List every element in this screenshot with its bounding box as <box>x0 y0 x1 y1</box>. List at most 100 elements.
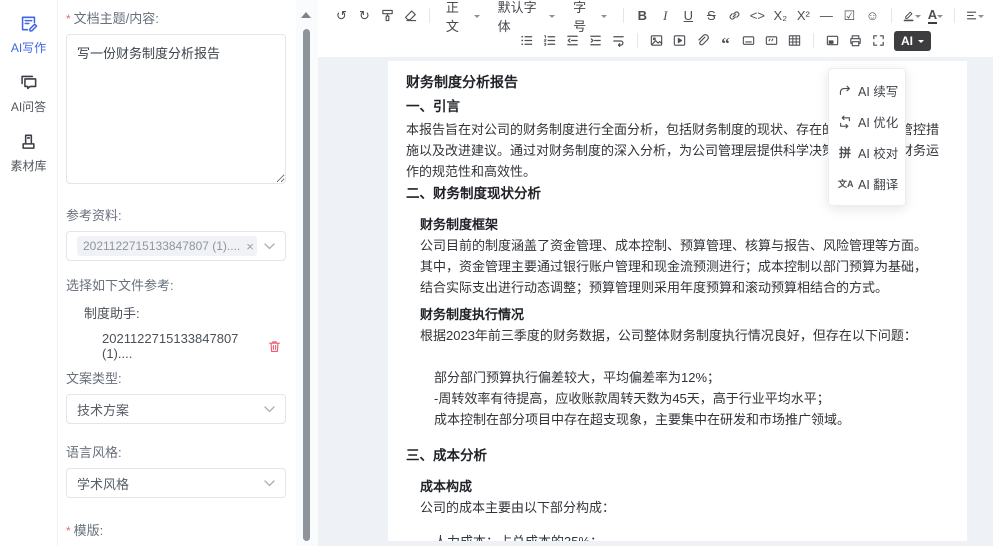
toolbar-divider <box>813 33 814 48</box>
insert-video-icon[interactable] <box>668 30 691 52</box>
toolbar-divider <box>637 33 638 48</box>
doc-subheading: 财务制度框架 <box>406 214 951 235</box>
chevron-down-icon <box>264 480 275 487</box>
caret-down-icon <box>474 15 480 21</box>
topic-input[interactable]: 写一份财务制度分析报告 <box>66 34 286 184</box>
doc-line: 其中，资金管理主要通过银行账户管理和现金流预测进行；成本控制以部门预算为基础， <box>406 256 951 277</box>
topic-label: *文档主题/内容: <box>66 8 286 27</box>
copy-type-select[interactable]: 技术方案 <box>66 394 286 424</box>
task-checkbox-button[interactable]: ☑ <box>838 5 861 27</box>
superscript-button[interactable]: X² <box>792 5 815 27</box>
doc-line: 公司目前的制度涵盖了资金管理、成本控制、预算管理、核算与报告、风险管理等方面。 <box>406 235 951 256</box>
reference-file-tag[interactable]: 2021122715133847807 (1).... × <box>77 236 257 256</box>
doc-list-item: 部分部门预算执行偏差较大，平均偏差率为12%； <box>406 367 951 388</box>
undo-button[interactable]: ↺ <box>330 5 353 27</box>
indent-icon[interactable] <box>584 30 607 52</box>
menu-item-ai-continue[interactable]: AI 续写 <box>829 75 905 106</box>
doc-spacer <box>406 346 951 367</box>
link-icon[interactable] <box>723 5 746 27</box>
caret-down-icon <box>601 15 607 21</box>
required-asterisk: * <box>66 524 71 538</box>
nav-item-label: 素材库 <box>10 157 46 174</box>
panel-scrollbar <box>296 0 318 546</box>
lang-style-select[interactable]: 学术风格 <box>66 468 286 498</box>
outdent-icon[interactable] <box>561 30 584 52</box>
file-ref-label: 选择如下文件参考: <box>66 275 286 294</box>
scroll-up-arrow[interactable] <box>301 7 311 18</box>
menu-item-ai-proofread[interactable]: 拼 AI 校对 <box>829 137 905 168</box>
menu-item-ai-translate[interactable]: 文A AI 翻译 <box>829 168 905 199</box>
code-block-icon[interactable] <box>760 30 783 52</box>
print-icon[interactable] <box>844 30 867 52</box>
required-asterisk: * <box>66 12 71 26</box>
doc-line: 结合实际支出进行动态调整；预算管理则采用年度预算和滚动预算相结合的方式。 <box>406 277 951 298</box>
ai-write-icon <box>19 14 38 36</box>
insert-table-icon[interactable] <box>783 30 806 52</box>
ai-write-form-panel: *文档主题/内容: 写一份财务制度分析报告 参考资料: 202112271513… <box>58 0 296 546</box>
doc-subheading: 成本构成 <box>406 476 951 497</box>
italic-button[interactable]: I <box>654 5 677 27</box>
nav-item-label: AI问答 <box>11 98 46 115</box>
toolbar-divider <box>623 8 624 23</box>
attachment-icon[interactable] <box>691 30 714 52</box>
emoji-button[interactable]: ☺ <box>861 5 884 27</box>
bullet-list-icon[interactable] <box>515 30 538 52</box>
delete-file-icon[interactable] <box>267 339 282 354</box>
remove-tag-icon[interactable]: × <box>246 240 254 253</box>
template-label: *模版: <box>66 520 286 539</box>
chat-icon <box>19 73 38 95</box>
highlight-pen-dropdown[interactable] <box>899 5 924 27</box>
blockquote-icon[interactable]: “ <box>714 30 737 52</box>
text-wrap-icon[interactable] <box>607 30 630 52</box>
lang-style-label: 语言风格: <box>66 442 286 461</box>
underline-button[interactable]: U <box>677 5 700 27</box>
nav-item-ai-qa[interactable]: AI问答 <box>11 73 46 115</box>
caret-down-icon <box>978 15 984 21</box>
fullscreen-icon[interactable] <box>867 30 890 52</box>
doc-spacer <box>406 518 951 531</box>
toolbar-divider <box>954 8 955 23</box>
nav-item-library[interactable]: 素材库 <box>10 132 46 174</box>
doc-list-item: -周转效率有待提高，应收账款周转天数为45天，高于行业平均水平； <box>406 388 951 409</box>
doc-subheading: 财务制度执行情况 <box>406 304 951 325</box>
nav-item-label: AI写作 <box>11 39 46 56</box>
ai-tools-menu: AI 续写 AI 优化 拼 AI 校对 文A AI 翻译 <box>828 68 906 206</box>
nav-item-ai-write[interactable]: AI写作 <box>11 14 46 56</box>
copy-type-label: 文案类型: <box>66 368 286 387</box>
assistant-label: 制度助手: <box>66 303 286 322</box>
redo-button[interactable]: ↻ <box>353 5 376 27</box>
editor-canvas: 财务制度分析报告 一、引言 本报告旨在对公司的财务制度进行全面分析，包括财务制度… <box>318 57 993 546</box>
caret-down-icon <box>549 15 555 21</box>
caret-down-icon <box>918 40 924 46</box>
bold-button[interactable]: B <box>631 5 654 27</box>
horizontal-rule-button[interactable]: — <box>815 5 838 27</box>
doc-heading: 三、成本分析 <box>406 444 951 468</box>
insert-image-icon[interactable] <box>645 30 668 52</box>
assistant-file-name: 2021122715133847807 (1).... <box>102 331 267 361</box>
app-window: AI写作 AI问答 素材库 *文档主题/内容: 写一份财务制度分析报告 参考资料… <box>0 0 993 546</box>
reference-label: 参考资料: <box>66 205 286 224</box>
editor-toolbar: ↺ ↻ 正文 默认字体 字号 B <box>318 0 993 57</box>
strikethrough-button[interactable]: S <box>700 5 723 27</box>
doc-line: 根据2023年前三季度的财务数据，公司整体财务制度执行情况良好，但存在以下问题： <box>406 325 951 346</box>
caret-down-icon <box>915 15 921 21</box>
format-painter-icon[interactable] <box>376 5 399 27</box>
scrollbar-thumb[interactable] <box>303 29 310 541</box>
preview-layout-icon[interactable] <box>821 30 844 52</box>
align-dropdown[interactable] <box>962 5 987 27</box>
ordered-list-icon[interactable] <box>538 30 561 52</box>
inline-code-button[interactable]: <> <box>746 5 769 27</box>
paragraph-style-dropdown[interactable]: 正文 <box>437 0 489 35</box>
ai-translate-icon: 文A <box>838 177 852 190</box>
library-icon <box>19 132 38 154</box>
menu-item-ai-optimize[interactable]: AI 优化 <box>829 106 905 137</box>
assistant-file-row: 2021122715133847807 (1).... <box>66 331 286 361</box>
divider-block-icon[interactable] <box>737 30 760 52</box>
editor-area: ↺ ↻ 正文 默认字体 字号 B <box>318 0 993 546</box>
reference-select[interactable]: 2021122715133847807 (1).... × <box>66 231 286 261</box>
subscript-button[interactable]: X₂ <box>769 5 792 27</box>
toolbar-divider <box>429 8 430 23</box>
ai-tools-dropdown[interactable]: AI <box>894 31 931 51</box>
font-color-dropdown[interactable]: A <box>924 5 947 27</box>
eraser-icon[interactable] <box>399 5 422 27</box>
